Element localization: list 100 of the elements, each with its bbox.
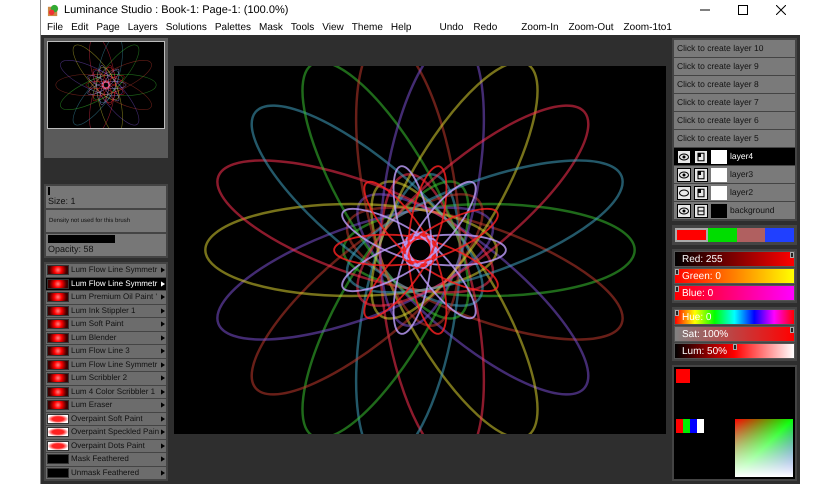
create-layer-button[interactable]: Click to create layer 8 <box>674 76 795 93</box>
brush-item[interactable]: Lum Premium Oil Paint ' <box>46 291 166 304</box>
menu-item[interactable]: File <box>47 20 64 35</box>
color-swatch[interactable] <box>675 228 708 242</box>
caret-icon <box>161 294 165 300</box>
layer-thumbnail <box>711 150 727 164</box>
layer-name: layer3 <box>730 168 754 181</box>
palette-color[interactable] <box>683 419 690 433</box>
menu-item[interactable]: View <box>322 20 344 35</box>
create-layer-button[interactable]: Click to create layer 9 <box>674 58 795 75</box>
layer-row[interactable]: background <box>674 202 795 219</box>
create-layer-button[interactable]: Click to create layer 7 <box>674 94 795 111</box>
create-layer-button[interactable]: Click to create layer 6 <box>674 112 795 129</box>
brush-name: Lum Scribbler 2 <box>71 374 128 382</box>
brush-name: Lum Flow Line Symmetr <box>71 266 158 274</box>
brush-preview-icon <box>47 440 69 451</box>
eye-icon[interactable] <box>677 150 691 164</box>
layer-thumbnail <box>711 168 727 182</box>
brush-name: Mask Feathered <box>71 455 129 464</box>
brush-item[interactable]: Lum 4 Color Scribbler 1 <box>46 386 166 398</box>
brush-preview-icon <box>47 319 69 330</box>
layer-row[interactable]: layer3 <box>674 166 795 183</box>
slider-thumb[interactable] <box>675 310 679 316</box>
palette-color[interactable] <box>690 419 697 433</box>
brush-item[interactable]: Lum Scribbler 2 <box>46 372 166 384</box>
toolbar-button[interactable]: Zoom-In <box>521 20 559 35</box>
eye-icon[interactable] <box>677 204 691 218</box>
caret-icon <box>161 388 165 395</box>
slider-thumb[interactable] <box>675 286 679 292</box>
caret-icon <box>161 267 165 274</box>
brush-item[interactable]: Overpaint Speckled Pain <box>46 426 166 438</box>
brush-item[interactable]: Lum Soft Paint <box>46 318 166 330</box>
menu-item[interactable]: Tools <box>290 20 314 35</box>
menu-item[interactable]: Edit <box>71 20 88 35</box>
brush-preview-icon <box>47 468 69 478</box>
brush-preview-icon <box>47 414 69 424</box>
slider-label: Blue: 0 <box>682 286 714 300</box>
menu-item[interactable]: Theme <box>352 20 383 35</box>
color-slider[interactable]: Blue: 0 <box>674 285 795 301</box>
opacity-slider[interactable]: Opacity: 58 <box>46 234 166 256</box>
color-swatch[interactable] <box>708 228 736 242</box>
toolbar-button[interactable]: Redo <box>473 20 498 35</box>
color-picker-gradient[interactable] <box>735 419 793 477</box>
unlocked-icon[interactable] <box>694 150 708 164</box>
brush-item[interactable]: Lum Blender <box>46 332 166 344</box>
color-swatch[interactable] <box>765 228 794 242</box>
slider-thumb[interactable] <box>675 269 679 275</box>
menu-item[interactable]: Palettes <box>214 20 252 35</box>
brush-item[interactable]: Lum Flow Line 3 <box>46 345 166 358</box>
brush-preview-icon <box>47 292 69 302</box>
menu-item[interactable]: Page <box>96 20 120 35</box>
brush-name: Lum Soft Paint <box>71 320 124 328</box>
brush-item[interactable]: Lum Flow Line Symmetr <box>46 278 166 290</box>
menu-item[interactable]: Mask <box>259 20 283 35</box>
slider-thumb[interactable] <box>790 252 794 258</box>
palette-color[interactable] <box>676 419 683 433</box>
maximize-icon[interactable] <box>738 5 748 15</box>
menu-item[interactable]: Solutions <box>166 20 207 35</box>
brush-item[interactable]: Overpaint Soft Paint <box>46 412 166 425</box>
color-slider[interactable]: Red: 255 <box>674 251 795 267</box>
slider-label: Hue: 0 <box>682 310 712 324</box>
closed-eye-icon[interactable] <box>677 186 691 200</box>
unlocked-icon[interactable] <box>694 168 708 182</box>
caret-icon <box>161 308 165 314</box>
brush-item[interactable]: Overpaint Dots Paint <box>46 440 166 452</box>
brush-name: Lum Flow Line Symmetr <box>71 360 158 369</box>
caret-icon <box>161 470 165 476</box>
eye-icon[interactable] <box>677 168 691 182</box>
window-title: Luminance Studio : Book-1: Page-1: (100.0%) <box>64 2 288 18</box>
color-slider[interactable]: Lum: 50% <box>674 343 795 359</box>
brush-item[interactable]: Lum Ink Stippler 1 <box>46 304 166 317</box>
slider-thumb[interactable] <box>790 327 794 333</box>
create-layer-button[interactable]: Click to create layer 5 <box>674 130 795 147</box>
unlocked-icon[interactable] <box>694 186 708 200</box>
brush-item[interactable]: Unmask Feathered <box>46 466 166 479</box>
color-swatch[interactable] <box>736 228 766 242</box>
brush-item[interactable]: Mask Feathered <box>46 453 166 466</box>
brush-name: Unmask Feathered <box>71 468 140 477</box>
menu-item[interactable]: Help <box>390 20 412 35</box>
brush-name: Lum 4 Color Scribbler 1 <box>71 388 156 396</box>
layer-row[interactable]: layer4 <box>674 148 795 165</box>
size-slider[interactable]: Size: 1 <box>46 186 166 208</box>
brush-item[interactable]: Lum Flow Line Symmetr <box>46 264 166 276</box>
toolbar-button[interactable]: Zoom-Out <box>568 20 614 35</box>
caret-icon <box>161 402 165 408</box>
create-layer-button[interactable]: Click to create layer 10 <box>674 40 795 57</box>
layer-row[interactable]: layer2 <box>674 184 795 201</box>
brush-name: Lum Ink Stippler 1 <box>71 306 136 315</box>
toolbar-button[interactable]: Zoom-1to1 <box>624 20 672 35</box>
color-slider[interactable]: Sat: 100% <box>674 326 795 342</box>
palette-color[interactable] <box>697 419 704 433</box>
menu-item[interactable]: Layers <box>128 20 158 35</box>
caret-icon <box>161 375 165 382</box>
locked-icon[interactable] <box>694 204 708 218</box>
brush-item[interactable]: Lum Eraser <box>46 399 166 412</box>
slider-thumb[interactable] <box>732 344 736 350</box>
close-icon[interactable] <box>776 5 786 15</box>
color-slider[interactable]: Green: 0 <box>674 268 795 284</box>
toolbar-button[interactable]: Undo <box>439 20 464 35</box>
brush-item[interactable]: Lum Flow Line Symmetr <box>46 358 166 371</box>
